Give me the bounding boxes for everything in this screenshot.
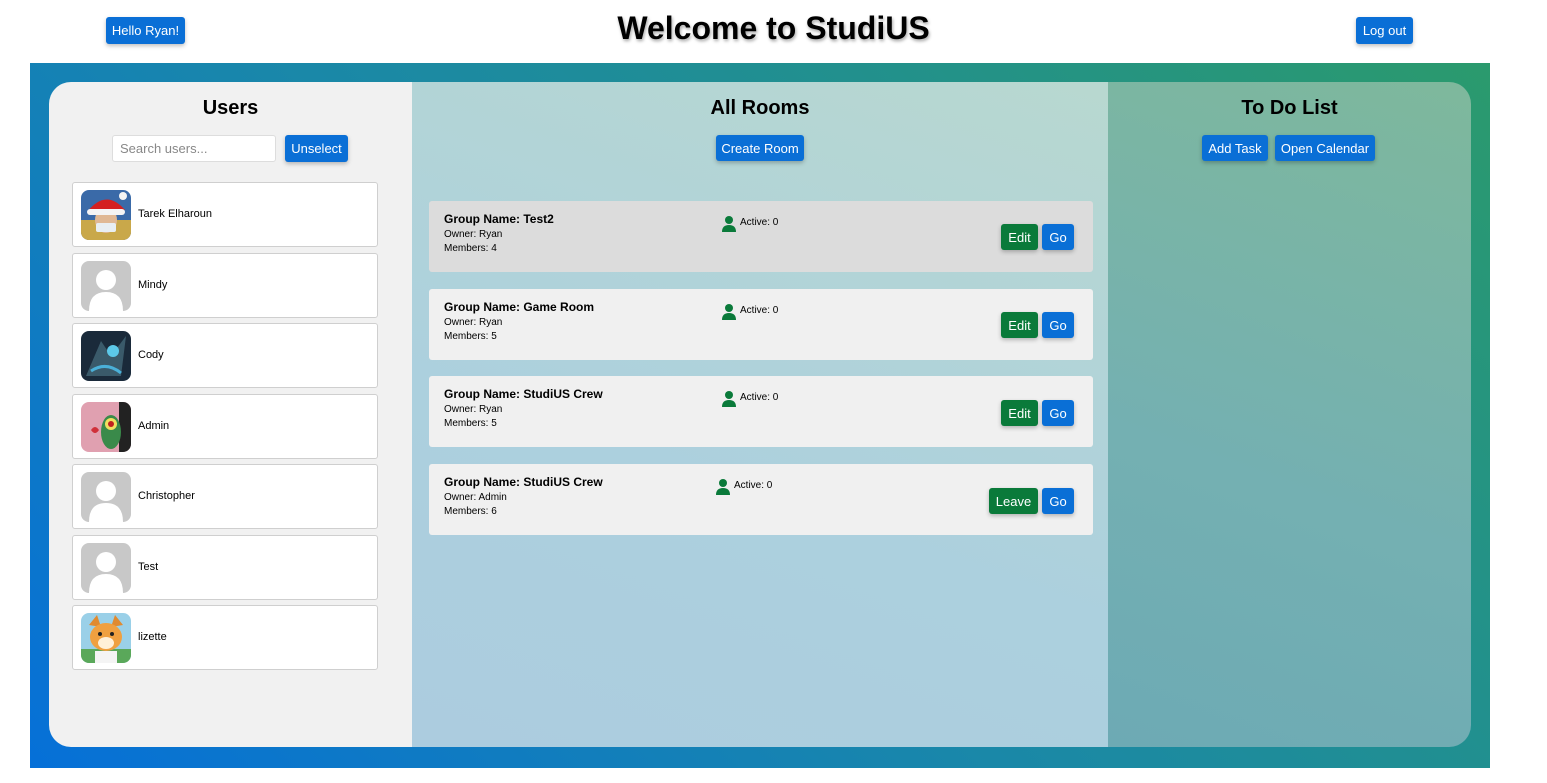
room-active-count: Active: 0 bbox=[740, 305, 779, 316]
room-members: Members: 5 bbox=[444, 418, 497, 429]
room-owner: Owner: Ryan bbox=[444, 229, 503, 240]
user-name: Tarek Elharoun bbox=[138, 208, 212, 220]
user-card-lizette[interactable]: lizette bbox=[72, 605, 378, 670]
default-avatar-icon bbox=[81, 472, 131, 522]
room-name: Group Name: StudiUS Crew bbox=[444, 475, 603, 489]
default-avatar-icon bbox=[81, 261, 131, 311]
user-card-christopher[interactable]: Christopher bbox=[72, 464, 378, 529]
person-icon bbox=[722, 216, 736, 232]
app-frame: Users Unselect Tarek Elharoun bbox=[30, 63, 1490, 768]
edit-room-button[interactable]: Edit bbox=[1001, 224, 1038, 250]
user-name: Mindy bbox=[138, 279, 168, 291]
room-card: Group Name: StudiUS Crew Owner: Ryan Mem… bbox=[429, 376, 1093, 447]
users-title: Users bbox=[202, 97, 259, 119]
user-card-tarek[interactable]: Tarek Elharoun bbox=[72, 182, 378, 247]
search-users-input[interactable] bbox=[112, 135, 276, 162]
user-name: Test bbox=[138, 561, 159, 573]
avatar bbox=[81, 190, 131, 240]
avatar bbox=[81, 613, 131, 663]
todo-title: To Do List bbox=[1241, 97, 1338, 119]
go-room-button[interactable]: Go bbox=[1042, 488, 1074, 514]
person-icon bbox=[722, 391, 736, 407]
room-members: Members: 6 bbox=[444, 506, 497, 517]
edit-room-button[interactable]: Edit bbox=[1001, 400, 1038, 426]
room-owner: Owner: Admin bbox=[444, 492, 507, 503]
user-card-cody[interactable]: Cody bbox=[72, 323, 378, 388]
user-name: Cody bbox=[138, 349, 164, 361]
room-card: Group Name: Test2 Owner: Ryan Members: 4… bbox=[429, 201, 1093, 272]
leave-room-button[interactable]: Leave bbox=[989, 488, 1038, 514]
room-card: Group Name: StudiUS Crew Owner: Admin Me… bbox=[429, 464, 1093, 535]
room-members: Members: 5 bbox=[444, 331, 497, 342]
logout-button[interactable]: Log out bbox=[1356, 17, 1413, 44]
go-room-button[interactable]: Go bbox=[1042, 224, 1074, 250]
user-name: Christopher bbox=[138, 490, 195, 502]
open-calendar-button[interactable]: Open Calendar bbox=[1275, 135, 1375, 161]
room-owner: Owner: Ryan bbox=[444, 317, 503, 328]
avatar bbox=[81, 331, 131, 381]
avatar bbox=[81, 402, 131, 452]
room-active-count: Active: 0 bbox=[734, 480, 773, 491]
person-icon bbox=[716, 479, 730, 495]
room-active-count: Active: 0 bbox=[740, 392, 779, 403]
todo-panel: To Do List Add Task Open Calendar bbox=[1108, 82, 1471, 747]
user-card-admin[interactable]: Admin bbox=[72, 394, 378, 459]
users-panel: Users Unselect Tarek Elharoun bbox=[49, 82, 412, 747]
room-active-count: Active: 0 bbox=[740, 217, 779, 228]
main-panel: Users Unselect Tarek Elharoun bbox=[49, 82, 1471, 747]
rooms-title: All Rooms bbox=[710, 97, 810, 119]
room-owner: Owner: Ryan bbox=[444, 404, 503, 415]
room-name: Group Name: Game Room bbox=[444, 300, 595, 314]
room-name: Group Name: Test2 bbox=[444, 212, 554, 226]
add-task-button[interactable]: Add Task bbox=[1202, 135, 1268, 161]
room-members: Members: 4 bbox=[444, 243, 497, 254]
edit-room-button[interactable]: Edit bbox=[1001, 312, 1038, 338]
user-name: lizette bbox=[138, 631, 167, 643]
user-name: Admin bbox=[138, 420, 170, 432]
go-room-button[interactable]: Go bbox=[1042, 312, 1074, 338]
go-room-button[interactable]: Go bbox=[1042, 400, 1074, 426]
room-name: Group Name: StudiUS Crew bbox=[444, 387, 603, 401]
page-title: Welcome to StudiUS bbox=[617, 10, 930, 46]
user-card-test[interactable]: Test bbox=[72, 535, 378, 600]
default-avatar-icon bbox=[81, 543, 131, 593]
user-card-mindy[interactable]: Mindy bbox=[72, 253, 378, 318]
room-card: Group Name: Game Room Owner: Ryan Member… bbox=[429, 289, 1093, 360]
person-icon bbox=[722, 304, 736, 320]
create-room-button[interactable]: Create Room bbox=[716, 135, 804, 161]
unselect-button[interactable]: Unselect bbox=[285, 135, 348, 162]
rooms-panel: All Rooms Create Room Group Name: Test2 … bbox=[412, 82, 1108, 747]
